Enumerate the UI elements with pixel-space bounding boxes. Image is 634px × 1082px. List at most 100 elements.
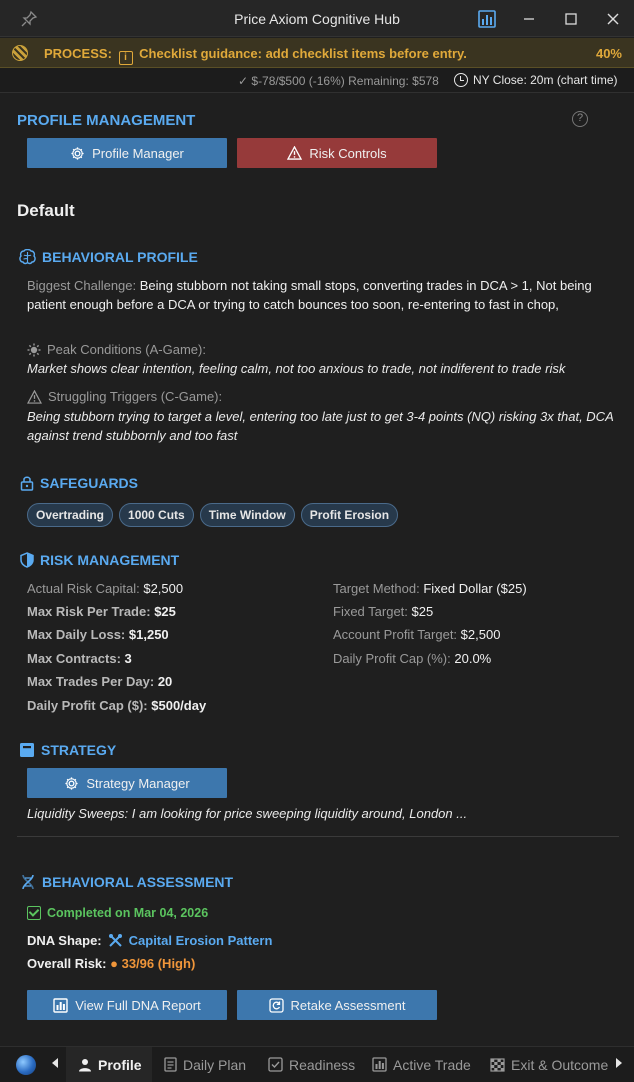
risk-value: $25: [411, 604, 434, 619]
safeguard-chips: Overtrading 1000 Cuts Time Window Profit…: [27, 503, 399, 527]
retake-assessment-button[interactable]: Retake Assessment: [237, 990, 437, 1020]
risk-label: Daily Profit Cap (%):: [333, 651, 451, 666]
strategy-box-icon: [20, 743, 34, 757]
strategy-manager-button[interactable]: Strategy Manager: [27, 768, 227, 798]
gear-icon: [65, 776, 78, 790]
profile-management-title: PROFILE MANAGEMENT: [17, 112, 195, 129]
gear-icon: [71, 146, 84, 160]
safeguard-chip[interactable]: 1000 Cuts: [119, 503, 194, 527]
scroll-right-icon[interactable]: [616, 1058, 622, 1068]
safeguard-chip[interactable]: Profit Erosion: [300, 503, 399, 527]
tab-label: Exit & Outcome: [511, 1056, 609, 1073]
dna-shape: DNA Shape: Capital Erosion Pattern: [27, 933, 272, 948]
safeguards-title-text: SAFEGUARDS: [40, 475, 139, 491]
risk-row-left: Max Trades Per Day: 20: [27, 674, 172, 689]
dna-value: Capital Erosion Pattern: [128, 933, 273, 948]
risk-value: $25: [154, 604, 176, 619]
tab-label: Daily Plan: [183, 1056, 247, 1073]
process-text: PROCESS: i Checklist guidance: add check…: [44, 46, 467, 65]
title-bar: Price Axiom Cognitive Hub: [0, 0, 634, 37]
behavioral-profile-title-text: BEHAVIORAL PROFILE: [42, 249, 198, 265]
warning-icon: [27, 389, 42, 404]
risk-value: $1,250: [128, 627, 169, 642]
tab-profile[interactable]: Profile: [66, 1047, 152, 1082]
risk-label: Actual Risk Capital:: [27, 581, 140, 596]
behavioral-assessment-title-text: BEHAVIORAL ASSESSMENT: [42, 874, 234, 890]
profile-name: Default: [17, 201, 75, 220]
tab-active-trade[interactable]: Active Trade: [372, 1047, 471, 1082]
peak-conditions-text: Market shows clear intention, feeling ca…: [27, 361, 566, 376]
pin-icon[interactable]: [20, 10, 38, 28]
help-icon[interactable]: ?: [572, 111, 588, 127]
user-icon: [79, 1058, 91, 1071]
risk-controls-button[interactable]: Risk Controls: [237, 138, 437, 168]
process-percent: 40%: [595, 46, 622, 61]
shield-icon: [20, 552, 34, 568]
tab-label: Readiness: [289, 1056, 356, 1073]
brain-icon: [19, 249, 36, 265]
strategy-title: STRATEGY: [19, 742, 116, 758]
scroll-left-icon[interactable]: [52, 1058, 58, 1068]
profile-manager-button[interactable]: Profile Manager: [27, 138, 227, 168]
risk-management-title-text: RISK MANAGEMENT: [40, 552, 180, 568]
risk-label: Max Contracts:: [27, 651, 121, 666]
risk-row-left: Max Risk Per Trade: $25: [27, 604, 176, 619]
assessment-completed: Completed on Mar 04, 2026: [27, 906, 208, 920]
close-button[interactable]: [600, 6, 626, 32]
struggle-label: Struggling Triggers (C-Game):: [48, 389, 223, 404]
assessment-completed-text: Completed on Mar 04, 2026: [47, 906, 209, 920]
risk-label: Daily Profit Cap ($):: [27, 698, 148, 713]
risk-management-title: RISK MANAGEMENT: [20, 552, 179, 568]
risk-value: 20: [157, 674, 173, 689]
overall-risk-value: ● 33/96 (High): [110, 956, 196, 971]
strategy-description: Liquidity Sweeps: I am looking for price…: [27, 806, 468, 821]
status-row: ✓ $-78/$500 (-16%) Remaining: $578 NY Cl…: [0, 68, 634, 93]
chart-toggle-button[interactable]: [474, 6, 500, 32]
process-status-icon: [12, 45, 28, 61]
risk-row-right: Account Profit Target: $2,500: [333, 627, 500, 642]
minimize-button[interactable]: [516, 6, 542, 32]
tab-label: Active Trade: [393, 1056, 471, 1073]
checker-flag-icon: [490, 1057, 505, 1072]
section-divider: [17, 836, 619, 837]
tab-exit-outcome[interactable]: Exit & Outcome: [490, 1047, 608, 1082]
safeguard-chip[interactable]: Overtrading: [27, 503, 114, 527]
profile-manager-label: Profile Manager: [92, 145, 184, 161]
risk-value: Fixed Dollar ($25): [423, 581, 527, 596]
risk-label: Max Daily Loss:: [27, 627, 126, 642]
report-chart-icon: [53, 997, 68, 1013]
profile-management-title-text: PROFILE MANAGEMENT: [17, 112, 196, 129]
bottom-tab-bar: Profile Daily Plan Readiness Active Trad…: [0, 1046, 634, 1082]
clock-icon: [454, 73, 468, 87]
risk-controls-label: Risk Controls: [309, 145, 387, 161]
chart-icon: [478, 10, 496, 28]
tab-daily-plan[interactable]: Daily Plan: [164, 1047, 246, 1082]
strategy-title-text: STRATEGY: [41, 742, 117, 758]
risk-label: Max Risk Per Trade:: [27, 604, 151, 619]
safeguards-title: SAFEGUARDS: [20, 475, 138, 491]
risk-value: 3: [124, 651, 132, 666]
risk-value: $500/day: [151, 698, 207, 713]
maximize-button[interactable]: [558, 6, 584, 32]
peak-conditions-heading: Peak Conditions (A-Game):: [27, 342, 206, 357]
view-dna-report-button[interactable]: View Full DNA Report: [27, 990, 227, 1020]
safeguard-chip[interactable]: Time Window: [199, 503, 295, 527]
document-icon: [164, 1057, 177, 1072]
process-banner: PROCESS: i Checklist guidance: add check…: [0, 38, 634, 68]
risk-row-right: Daily Profit Cap (%): 20.0%: [333, 651, 491, 666]
info-icon: i: [118, 51, 133, 65]
risk-label: Fixed Target:: [333, 604, 408, 619]
overall-risk: Overall Risk: ● 33/96 (High): [27, 956, 195, 971]
view-dna-report-label: View Full DNA Report: [75, 997, 201, 1013]
globe-icon[interactable]: [16, 1055, 36, 1075]
risk-row-right: Target Method: Fixed Dollar ($25): [333, 581, 527, 596]
checkbox-icon: [268, 1057, 283, 1072]
maximize-icon: [565, 13, 577, 25]
checkbox-checked-icon: [27, 906, 41, 920]
tab-readiness[interactable]: Readiness: [268, 1047, 355, 1082]
warning-icon: [287, 146, 303, 160]
risk-row-right: Fixed Target: $25: [333, 604, 433, 619]
struggling-triggers-text: Being stubborn trying to target a level,…: [27, 409, 614, 443]
process-label: PROCESS:: [44, 46, 112, 61]
risk-row-left: Actual Risk Capital: $2,500: [27, 581, 183, 596]
